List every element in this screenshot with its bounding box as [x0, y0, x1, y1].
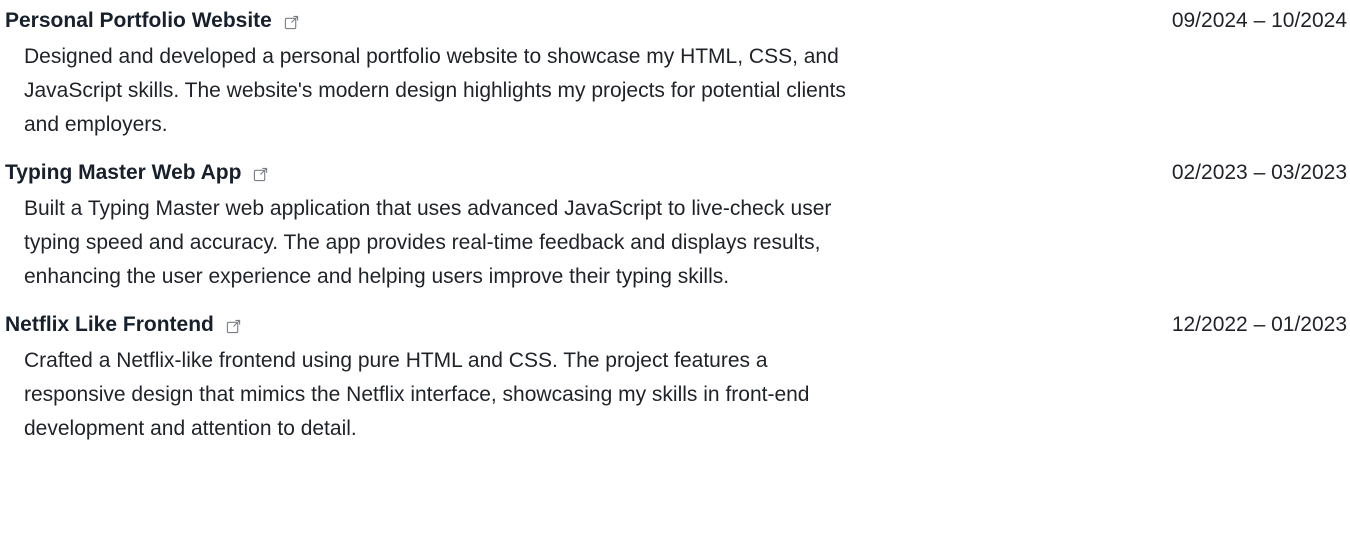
external-link-icon[interactable]	[284, 15, 299, 30]
project-description: Crafted a Netflix-like frontend using pu…	[24, 349, 810, 440]
project-entry-portfolio: Personal Portfolio Website 09/2024 – 10/…	[0, 6, 1350, 142]
project-description: Built a Typing Master web application th…	[24, 197, 832, 288]
external-link-icon[interactable]	[253, 167, 268, 182]
project-header: Typing Master Web App 02/2023 – 03/2023	[5, 158, 1350, 188]
external-link-icon[interactable]	[226, 319, 241, 334]
projects-section: Personal Portfolio Website 09/2024 – 10/…	[0, 0, 1350, 539]
project-title: Personal Portfolio Website	[5, 9, 272, 32]
project-date: 12/2022 – 01/2023	[1171, 313, 1347, 336]
project-title: Typing Master Web App	[5, 161, 242, 184]
project-header: Netflix Like Frontend 12/2022 – 01/2023	[5, 310, 1350, 340]
project-entry-typing-master: Typing Master Web App 02/2023 – 03/2023 …	[0, 158, 1350, 294]
project-entry-netflix: Netflix Like Frontend 12/2022 – 01/2023 …	[0, 310, 1350, 446]
project-date: 02/2023 – 03/2023	[1171, 161, 1347, 184]
project-title: Netflix Like Frontend	[5, 313, 214, 336]
project-date: 09/2024 – 10/2024	[1171, 9, 1347, 32]
project-description: Designed and developed a personal portfo…	[24, 45, 846, 136]
project-header: Personal Portfolio Website 09/2024 – 10/…	[5, 6, 1350, 36]
